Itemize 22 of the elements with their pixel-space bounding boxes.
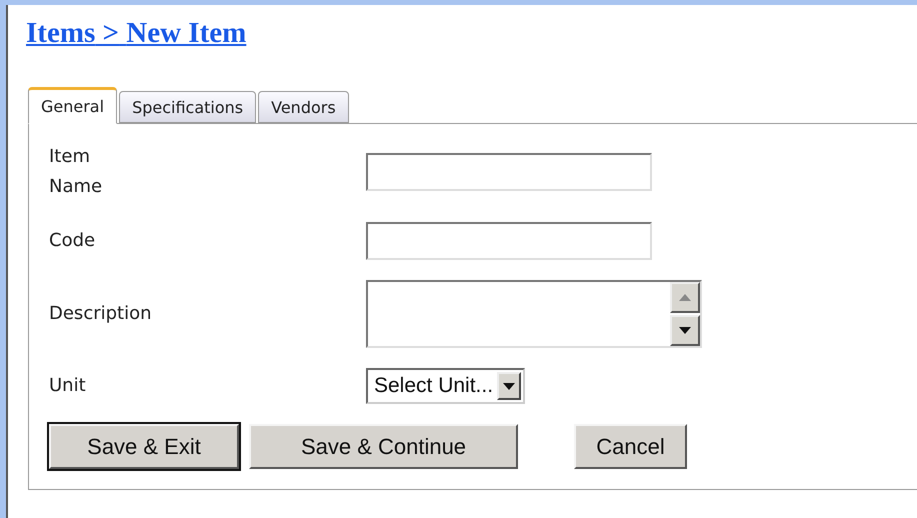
form-button[interactable]: Save & Continue [249,424,518,469]
scroll-down-button[interactable] [670,315,700,346]
input-field[interactable] [366,153,652,191]
field-label: Code [49,229,96,253]
dropdown-button[interactable] [497,372,522,400]
breadcrumb-link[interactable]: Items > New Item [26,17,246,50]
field-label: Description [49,302,153,326]
unit-select[interactable]: Select Unit... [366,368,526,404]
input-field[interactable] [366,222,652,260]
caret-icon [503,382,516,390]
tab[interactable]: Specifications [119,91,256,123]
tab[interactable]: General [28,87,118,124]
scroll-up-button[interactable] [670,282,700,313]
textarea-field[interactable] [366,280,702,348]
form-button[interactable]: Save & Exit [49,424,239,469]
form-button[interactable]: Cancel [574,424,687,469]
field-label: Item Name [49,145,104,199]
up-arrow-icon [679,294,691,301]
field-label: Unit [49,374,87,398]
select-value: Select Unit... [374,374,494,398]
tab[interactable]: Vendors [258,91,349,123]
down-arrow-icon [679,327,691,334]
